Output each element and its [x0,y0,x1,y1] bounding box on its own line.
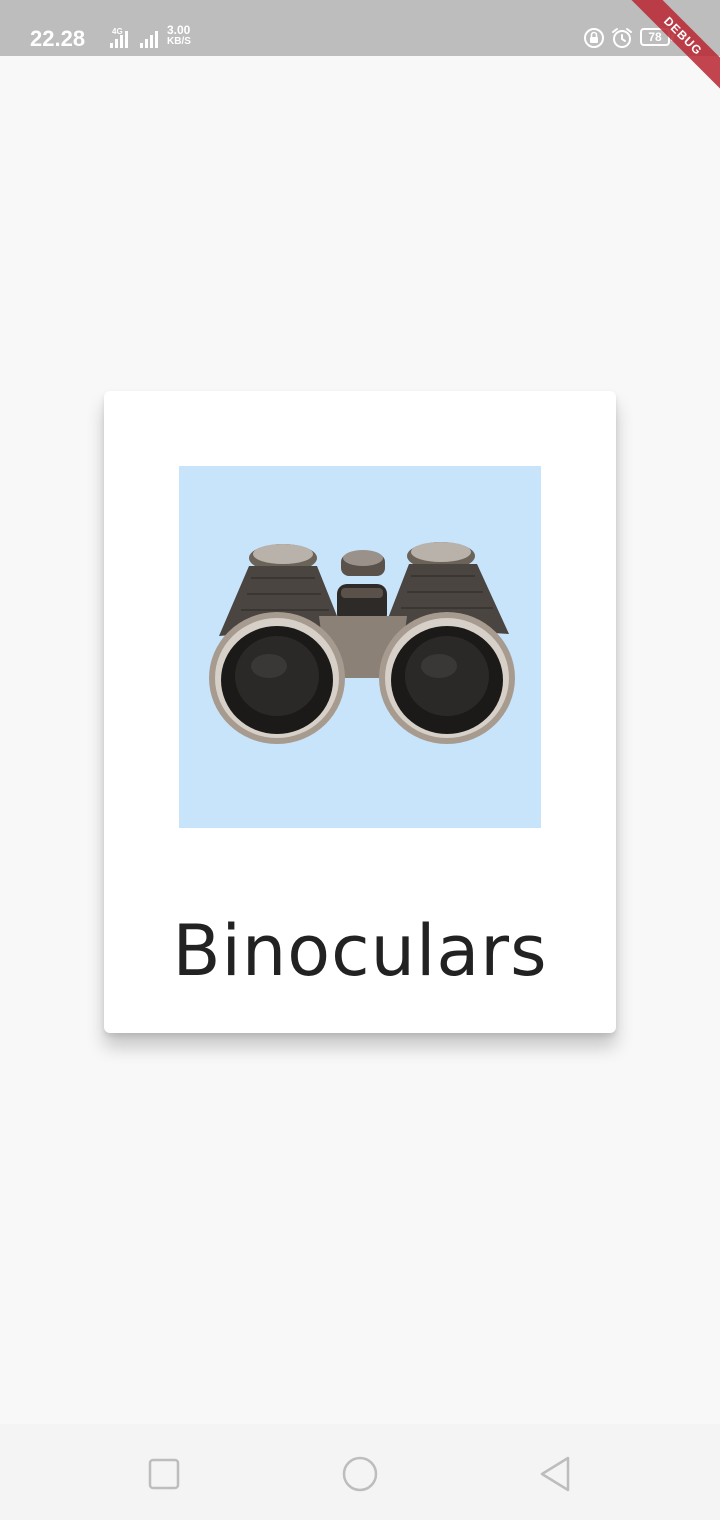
card-title: Binoculars [172,910,548,992]
recent-apps-icon[interactable] [144,1454,184,1494]
battery-level: 78 [648,30,662,44]
network-speed-unit: KB/S [167,36,191,47]
navigation-bar [0,1424,720,1520]
app-screen: 22.28 4G 3.00 KB/S 78 DEBUG Binoculars [0,0,720,1520]
battery-icon: 78 [640,28,676,48]
status-bar: 22.28 4G 3.00 KB/S 78 [0,0,720,56]
charging-icon [681,28,690,48]
network-speed: 3.00 KB/S [167,23,191,47]
binoculars-image [179,466,541,828]
home-icon[interactable] [340,1454,380,1494]
flash-card[interactable]: Binoculars [104,391,616,1033]
network-speed-value: 3.00 [167,23,191,37]
alarm-icon [612,28,632,48]
status-time: 22.28 [30,26,86,51]
signal-icon-secondary [140,30,158,48]
back-icon[interactable] [536,1454,576,1494]
lock-rotation-icon [584,28,604,48]
signal-icon [110,30,128,48]
binoculars-icon [209,542,515,744]
